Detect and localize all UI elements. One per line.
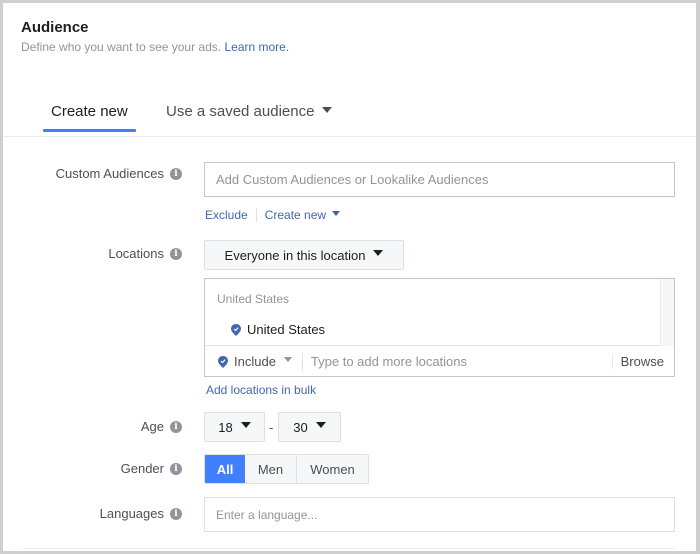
age-min-value: 18 xyxy=(218,419,233,435)
audience-panel: Audience Define who you want to see your… xyxy=(0,0,700,554)
chevron-down-icon xyxy=(240,422,251,428)
include-dropdown[interactable]: Include xyxy=(218,354,292,369)
info-icon[interactable]: i xyxy=(170,462,182,475)
location-group-header: United States xyxy=(217,292,290,306)
tab-saved-audience[interactable]: Use a saved audience xyxy=(166,103,333,120)
subtitle-text: Define who you want to see your ads. xyxy=(21,40,222,54)
gender-label: Gender i xyxy=(121,461,182,476)
languages-input[interactable]: Enter a language... xyxy=(204,497,675,532)
chevron-down-icon xyxy=(373,250,384,256)
create-new-label: Create new xyxy=(264,208,327,222)
add-locations-bulk-link[interactable]: Add locations in bulk xyxy=(206,383,316,397)
gender-option-women[interactable]: Women xyxy=(296,455,368,483)
age-max-value: 30 xyxy=(293,419,308,435)
age-label-text: Age xyxy=(140,419,164,434)
info-icon[interactable]: i xyxy=(170,167,182,180)
gender-selector: All Men Women xyxy=(204,454,369,484)
location-search-input[interactable]: Type to add more locations xyxy=(311,354,612,369)
custom-audiences-placeholder: Add Custom Audiences or Lookalike Audien… xyxy=(216,172,489,187)
gender-option-all[interactable]: All xyxy=(205,455,245,483)
audience-header: Audience Define who you want to see your… xyxy=(21,19,289,54)
browse-button[interactable]: Browse xyxy=(611,354,674,369)
selected-location-name: United States xyxy=(247,322,326,337)
custom-audiences-label: Custom Audiences i xyxy=(56,166,182,181)
languages-placeholder: Enter a language... xyxy=(216,507,318,522)
chevron-down-icon xyxy=(332,211,341,217)
custom-audiences-label-text: Custom Audiences xyxy=(55,166,164,181)
selected-location-item[interactable]: United States xyxy=(231,322,325,337)
section-subtitle: Define who you want to see your ads. Lea… xyxy=(21,40,289,54)
chevron-down-icon xyxy=(322,107,333,114)
include-label: Include xyxy=(234,354,276,369)
age-separator: - xyxy=(269,420,274,435)
locations-label: Locations i xyxy=(108,246,182,261)
selected-locations-list: United States United States xyxy=(205,279,674,346)
languages-label: Languages i xyxy=(100,506,182,521)
chevron-down-icon xyxy=(283,357,292,362)
location-scope-dropdown[interactable]: Everyone in this location xyxy=(204,240,404,270)
age-max-dropdown[interactable]: 30 xyxy=(278,412,341,442)
location-pin-icon xyxy=(231,323,241,336)
age-min-dropdown[interactable]: 18 xyxy=(204,412,265,442)
chevron-down-icon xyxy=(315,422,326,428)
locations-box: United States United States Include Type… xyxy=(204,278,675,377)
tab-create-new[interactable]: Create new xyxy=(43,103,136,132)
tab-saved-audience-label: Use a saved audience xyxy=(166,103,315,120)
gender-option-men[interactable]: Men xyxy=(245,455,296,483)
exclude-link[interactable]: Exclude xyxy=(205,208,248,222)
location-scope-label: Everyone in this location xyxy=(224,247,366,263)
info-icon[interactable]: i xyxy=(170,420,182,433)
divider xyxy=(255,208,257,222)
age-label: Age i xyxy=(141,419,182,434)
custom-audiences-input[interactable]: Add Custom Audiences or Lookalike Audien… xyxy=(204,162,675,197)
info-icon[interactable]: i xyxy=(170,247,182,260)
languages-label-text: Languages xyxy=(99,506,164,521)
create-new-dropdown[interactable]: Create new xyxy=(264,208,341,222)
locations-label-text: Locations xyxy=(108,246,164,261)
learn-more-link[interactable]: Learn more. xyxy=(224,40,289,54)
divider xyxy=(301,352,303,371)
location-input-row: Include Type to add more locations Brows… xyxy=(205,346,674,377)
location-pin-icon xyxy=(218,355,228,368)
info-icon[interactable]: i xyxy=(170,507,182,520)
locations-scrollbar[interactable] xyxy=(660,279,674,346)
divider xyxy=(23,548,674,549)
section-title: Audience xyxy=(21,19,89,36)
gender-label-text: Gender xyxy=(120,461,164,476)
custom-audiences-actions: Exclude Create new xyxy=(205,208,341,222)
audience-tabs: Create new Use a saved audience xyxy=(3,95,696,137)
